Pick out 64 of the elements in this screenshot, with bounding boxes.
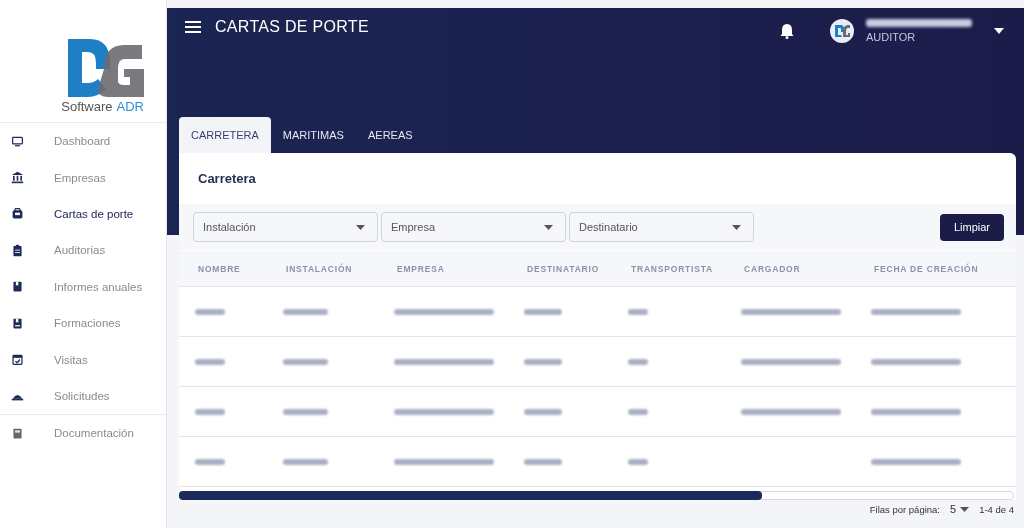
bell-icon[interactable] — [780, 23, 794, 39]
column-header: NOMBRE — [197, 263, 242, 274]
redacted-text — [628, 308, 648, 315]
redacted-text — [524, 408, 562, 415]
caret-icon[interactable] — [994, 28, 1004, 34]
clear-button[interactable]: Limpiar — [939, 213, 1004, 241]
redacted-text — [195, 408, 225, 415]
column-header: FECHA DE CREACIÓN — [873, 263, 980, 274]
redacted-text — [524, 308, 562, 315]
sidebar-item[interactable]: Empresas — [0, 159, 166, 196]
redacted-text — [195, 458, 225, 465]
caret-icon — [732, 225, 741, 230]
redacted-text — [283, 358, 328, 365]
document-icon — [11, 426, 24, 440]
sidebar-item[interactable]: Formaciones — [0, 304, 166, 342]
caret-icon — [356, 225, 365, 230]
book-icon — [11, 280, 24, 294]
sidebar-item[interactable]: Informes anuales — [0, 268, 166, 305]
dropdown-field[interactable]: Instalación — [193, 212, 378, 242]
book-icon — [11, 316, 24, 330]
page-title: CARTAS DE PORTE — [215, 18, 370, 36]
column-header: INSTALACIÓN — [285, 263, 354, 274]
sidebar-item[interactable]: Dashboard — [0, 123, 166, 160]
redacted-text — [195, 308, 225, 315]
card-title: Carretera — [197, 170, 257, 188]
rows-per-page-value[interactable]: 5 — [950, 503, 957, 515]
user-role: AUDITOR — [866, 31, 917, 43]
sidebar-item[interactable]: Auditorias — [0, 232, 166, 269]
rows-per-page-label: Filas por página: — [869, 503, 940, 515]
redacted-text — [195, 358, 225, 365]
column-header: TRANSPORTISTA — [630, 263, 715, 274]
calendar-check-icon — [11, 353, 24, 367]
tab[interactable]: MARITIMAS — [270, 117, 356, 153]
column-header: DESTINATARIO — [526, 263, 601, 274]
caret-icon — [960, 506, 970, 512]
caret-icon — [544, 225, 553, 230]
redacted-text — [283, 458, 328, 465]
briefcase-icon — [11, 207, 24, 221]
redacted-text — [524, 358, 562, 365]
bank-icon — [11, 171, 24, 185]
redacted-text — [283, 308, 328, 315]
monitor-icon — [11, 134, 24, 148]
sidebar-item[interactable]: Visitas — [0, 341, 166, 378]
logo-icon — [68, 39, 144, 97]
column-header: EMPRESA — [396, 263, 446, 274]
sidebar-item[interactable]: Solicitudes — [0, 377, 166, 415]
redacted-text — [628, 408, 648, 415]
logo-text: ADR — [116, 99, 144, 114]
redacted-text — [283, 408, 328, 415]
redacted-text — [628, 358, 648, 365]
page-range: 1-4 de 4 — [979, 503, 1014, 515]
column-header: CARGADOR — [743, 263, 802, 274]
sidebar-item[interactable]: Documentación — [0, 415, 166, 452]
dropdown-field[interactable]: Empresa — [381, 212, 566, 242]
logo-text: Software — [61, 99, 113, 114]
redacted-text — [628, 458, 648, 465]
tab[interactable]: AEREAS — [355, 117, 425, 153]
avatar-icon[interactable] — [830, 19, 854, 43]
sidebar-item[interactable]: Cartas de porte — [0, 195, 166, 233]
clipboard-icon — [11, 243, 24, 257]
dropdown-field[interactable]: Destinatario — [569, 212, 754, 242]
redacted-text — [524, 458, 562, 465]
tab[interactable]: CARRETERA — [179, 117, 271, 153]
menu-icon[interactable] — [185, 20, 201, 34]
